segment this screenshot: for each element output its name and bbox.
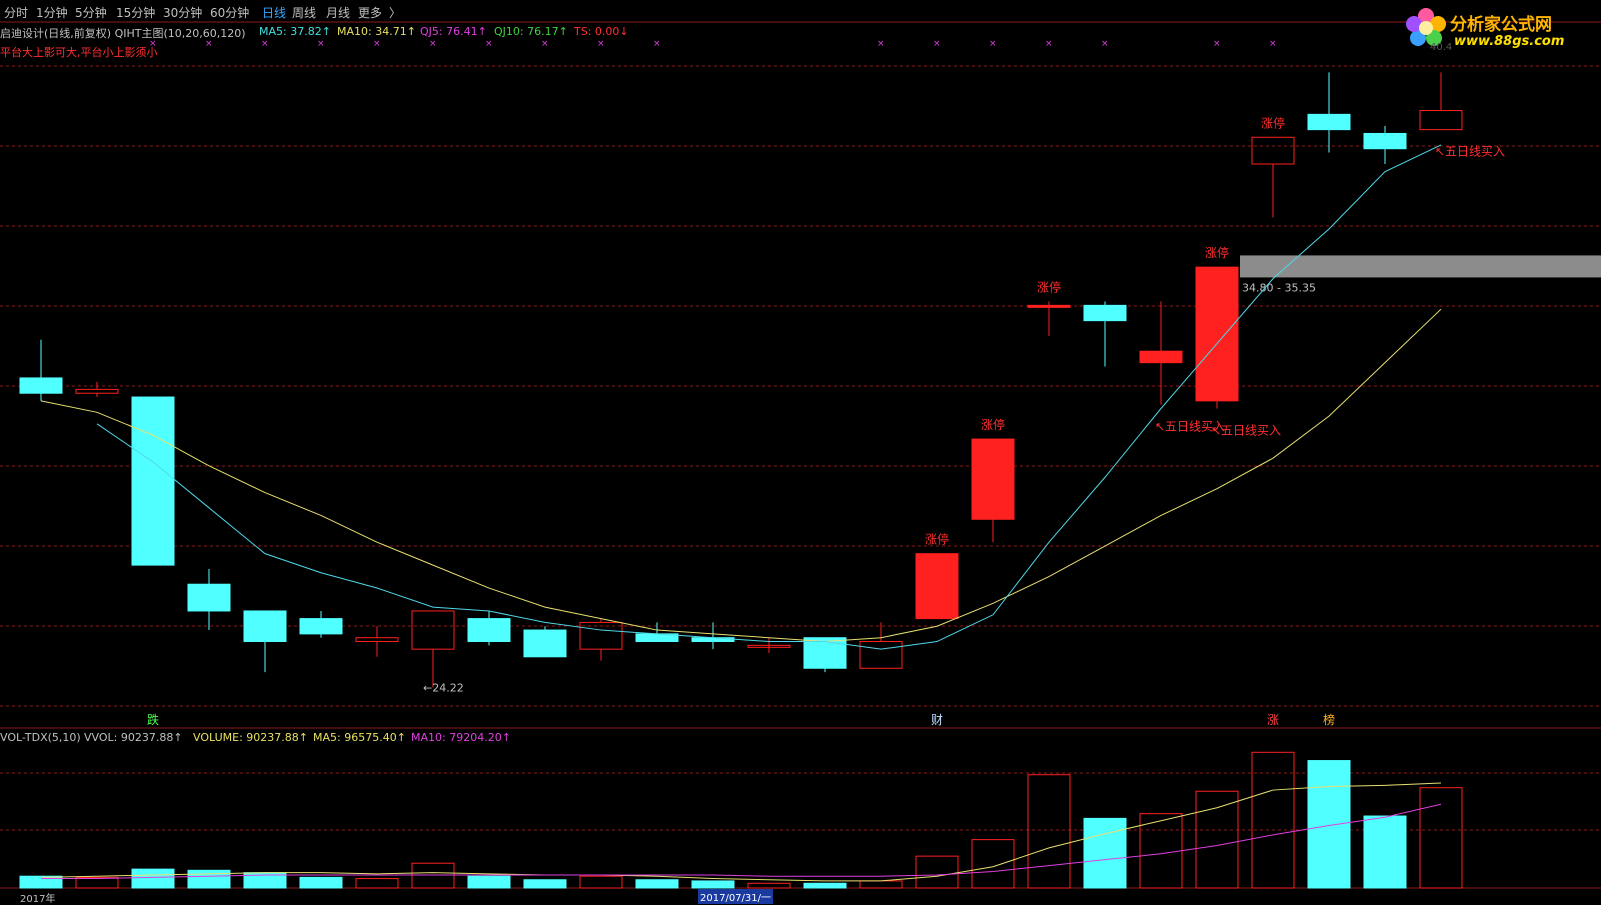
volume-bar (187, 869, 231, 889)
volume-bar (411, 862, 455, 889)
volume-ma5-line (40, 782, 1442, 882)
candle-body (1083, 304, 1127, 322)
volume-panel-title: VOL-TDX(5,10) (0, 731, 81, 744)
candle-body (971, 438, 1015, 520)
candle-body (355, 637, 399, 643)
volume-bar (803, 882, 847, 889)
logo-watermark: 40.4 (1430, 42, 1453, 53)
limit-up-label: 涨停 (1261, 115, 1285, 130)
signal-marker: × (373, 39, 381, 49)
event-marker: 财 (931, 713, 943, 727)
volume-bar (859, 880, 903, 889)
limit-up-label: 涨停 (925, 532, 949, 547)
lowest-price-label: ←24.22 (423, 681, 464, 694)
volume-bar (1363, 815, 1407, 889)
event-marker: 榜 (1323, 712, 1335, 727)
volume-bar (299, 876, 343, 889)
site-logo: 分析家公式网 www.88gs.com 40.4 (1400, 2, 1600, 53)
signal-marker: × (933, 39, 941, 49)
candle-body (131, 396, 175, 566)
volume-bar (1083, 817, 1127, 889)
volume-bar (747, 882, 791, 889)
ma5-line (96, 144, 1442, 650)
volume-bar (579, 875, 623, 889)
candle-body (411, 610, 455, 650)
volume-bar (691, 880, 735, 889)
candle-body (1307, 113, 1351, 131)
signal-marker: × (597, 39, 605, 49)
volume-bar (635, 879, 679, 889)
limit-up-label: 涨停 (1037, 280, 1061, 295)
volume-bar (355, 878, 399, 889)
candle-body (1027, 304, 1071, 308)
signal-marker: × (317, 39, 325, 49)
vol-legend-item-3: MA10: 79204.20↑ (411, 731, 511, 744)
main-legend-item-4: TS: 0.00↓ (574, 25, 629, 38)
signal-marker: × (429, 39, 437, 49)
candle-body (523, 629, 567, 658)
support-zone-label: 34.80 - 35.35 (1242, 281, 1316, 294)
signal-marker: × (261, 39, 269, 49)
signal-marker: × (989, 39, 997, 49)
main-legend-item-0: MA5: 37.82↑ (259, 25, 331, 38)
vol-legend-item-2: MA5: 96575.40↑ (313, 731, 406, 744)
support-zone-band (1240, 255, 1601, 278)
signal-marker: × (1101, 39, 1109, 49)
limit-up-label: 涨停 (981, 417, 1005, 432)
candle-body (467, 618, 511, 643)
volume-bar (1027, 774, 1071, 889)
event-marker: 跌 (147, 712, 159, 727)
volume-ma10-line (41, 803, 1442, 880)
event-marker: 涨 (1267, 712, 1279, 727)
main-legend-item-2: QJ5: 76.41↑ (420, 25, 487, 38)
logo-url: www.88gs.com (1454, 34, 1565, 49)
signal-marker: × (1045, 39, 1053, 49)
signal-marker: × (485, 39, 493, 49)
formula-subtitle: 平台大上影可大,平台小上影须小 (0, 46, 158, 59)
buy-signal-label: ↖五日线买入 (1211, 424, 1281, 438)
volume-bar (915, 855, 959, 889)
volume-bar (523, 879, 567, 889)
signal-marker: × (653, 39, 661, 49)
candle-body (915, 553, 959, 620)
year-label: 2017年 (20, 894, 56, 905)
signal-marker: × (1213, 39, 1221, 49)
volume-bar (19, 875, 63, 889)
candle-body (187, 583, 231, 612)
candle-body (243, 610, 287, 643)
main-legend-item-3: QJ10: 76.17↑ (494, 25, 568, 38)
main-panel-title: 启迪设计(日线,前复权) QIHT主图(10,20,60,120) (0, 27, 246, 40)
signal-marker: × (541, 39, 549, 49)
candle-body (1419, 110, 1463, 131)
candle-body (1363, 132, 1407, 150)
candle-body (859, 641, 903, 669)
kline-chart[interactable]: 34.80 - 35.35涨停涨停涨停涨停涨停↖五日线买入↖五日线买入↖五日线买… (0, 0, 1601, 902)
main-legend-item-1: MA10: 34.71↑ (337, 25, 416, 38)
volume-bar (131, 868, 175, 889)
buy-signal-label: ↖五日线买入 (1435, 145, 1505, 159)
candle-body (299, 618, 343, 635)
volume-bar (1195, 790, 1239, 889)
volume-bar (467, 875, 511, 889)
volume-bar (1307, 760, 1351, 889)
candle-body (75, 388, 119, 394)
candle-body (1195, 266, 1239, 402)
candle-body (1251, 136, 1295, 165)
candle-body (1139, 350, 1183, 364)
candle-body (803, 637, 847, 669)
limit-up-label: 涨停 (1205, 245, 1229, 260)
volume-bar (1419, 787, 1463, 889)
volume-bar (971, 839, 1015, 889)
vol-legend-item-1: VOLUME: 90237.88↑ (193, 731, 308, 744)
candle-body (19, 377, 63, 394)
vol-legend-item-0: VVOL: 90237.88↑ (84, 731, 183, 744)
signal-marker: × (1269, 39, 1277, 49)
logo-title: 分析家公式网 (1450, 15, 1552, 35)
signal-marker: × (877, 39, 885, 49)
volume-bar (1139, 813, 1183, 889)
